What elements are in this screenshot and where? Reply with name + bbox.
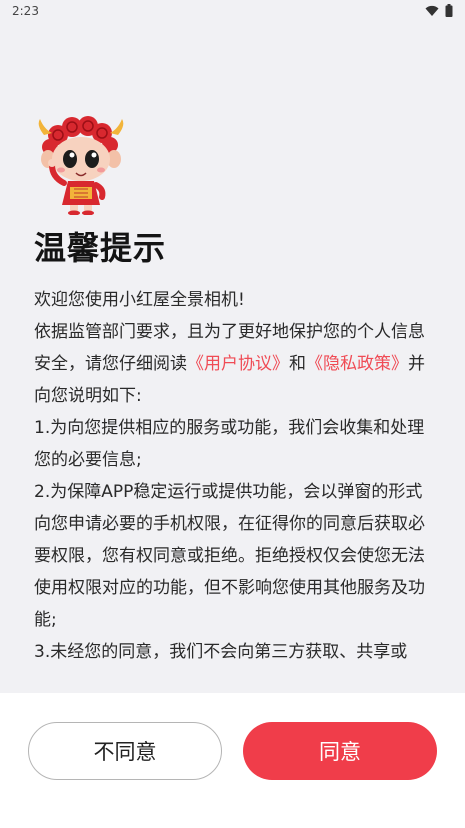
and-text: 和: [289, 354, 306, 374]
notice-item-2: 2.为保障APP稳定运行或提供功能，会以弹窗的形式向您申请必要的手机权限，在征得…: [34, 482, 425, 630]
dialog-footer: 不同意 同意: [0, 693, 465, 828]
dialog-body: 欢迎您使用小红屋全景相机! 依据监管部门要求，且为了更好地保护您的个人信息安全，…: [34, 284, 434, 668]
disagree-button[interactable]: 不同意: [28, 722, 222, 780]
privacy-dialog-content[interactable]: 温馨提示 欢迎您使用小红屋全景相机! 依据监管部门要求，且为了更好地保护您的个人…: [0, 0, 465, 693]
user-agreement-link[interactable]: 《用户协议》: [187, 354, 289, 374]
notice-item-1: 1.为向您提供相应的服务或功能，我们会收集和处理您的必要信息;: [34, 418, 425, 470]
dialog-title: 温馨提示: [34, 229, 167, 267]
privacy-policy-link[interactable]: 《隐私政策》: [306, 354, 408, 374]
notice-item-3: 3.未经您的同意，我们不会向第三方获取、共享或: [34, 642, 408, 662]
intro-text: 欢迎您使用小红屋全景相机!: [34, 290, 245, 310]
notice-paragraph: 依据监管部门要求，且为了更好地保护您的个人信息安全，请您仔细阅读《用户协议》和《…: [34, 316, 434, 412]
mascot-illustration: [38, 116, 124, 215]
agree-button[interactable]: 同意: [243, 722, 437, 780]
